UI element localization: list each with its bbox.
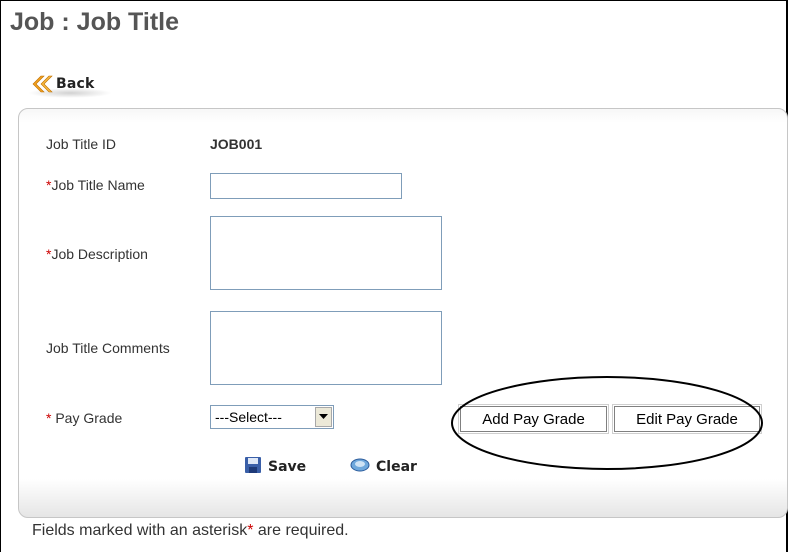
pay-grade-selected-value: ---Select--- [215, 409, 282, 425]
save-button[interactable]: Save [244, 455, 306, 479]
chevron-down-icon[interactable] [315, 407, 332, 427]
required-asterisk: * [247, 522, 254, 539]
pay-grade-label: * Pay Grade [46, 410, 123, 426]
clear-button-label: Clear [376, 459, 417, 475]
job-title-comments-textarea[interactable] [210, 311, 442, 385]
save-button-label: Save [268, 459, 307, 475]
floppy-disk-icon [244, 456, 262, 479]
required-fields-note: Fields marked with an asterisk* are requ… [32, 522, 349, 539]
job-title-id-value: JOB001 [210, 136, 263, 152]
job-description-textarea[interactable] [210, 216, 442, 290]
job-description-label: *Job Description [46, 246, 148, 262]
job-title-id-label: Job Title ID [46, 136, 117, 152]
highlight-ellipse [451, 376, 763, 470]
job-title-name-input[interactable] [210, 173, 402, 199]
eraser-icon [350, 457, 370, 478]
back-button-label: Back [56, 76, 95, 92]
job-title-comments-label: Job Title Comments [46, 340, 170, 356]
double-chevron-left-icon [28, 74, 54, 94]
required-asterisk: * [46, 410, 52, 426]
page-title: Job : Job Title [10, 8, 179, 36]
job-title-name-label: *Job Title Name [46, 177, 145, 193]
back-button[interactable]: Back [28, 72, 112, 98]
clear-button[interactable]: Clear [350, 455, 417, 479]
pay-grade-select[interactable]: ---Select--- [210, 405, 334, 429]
